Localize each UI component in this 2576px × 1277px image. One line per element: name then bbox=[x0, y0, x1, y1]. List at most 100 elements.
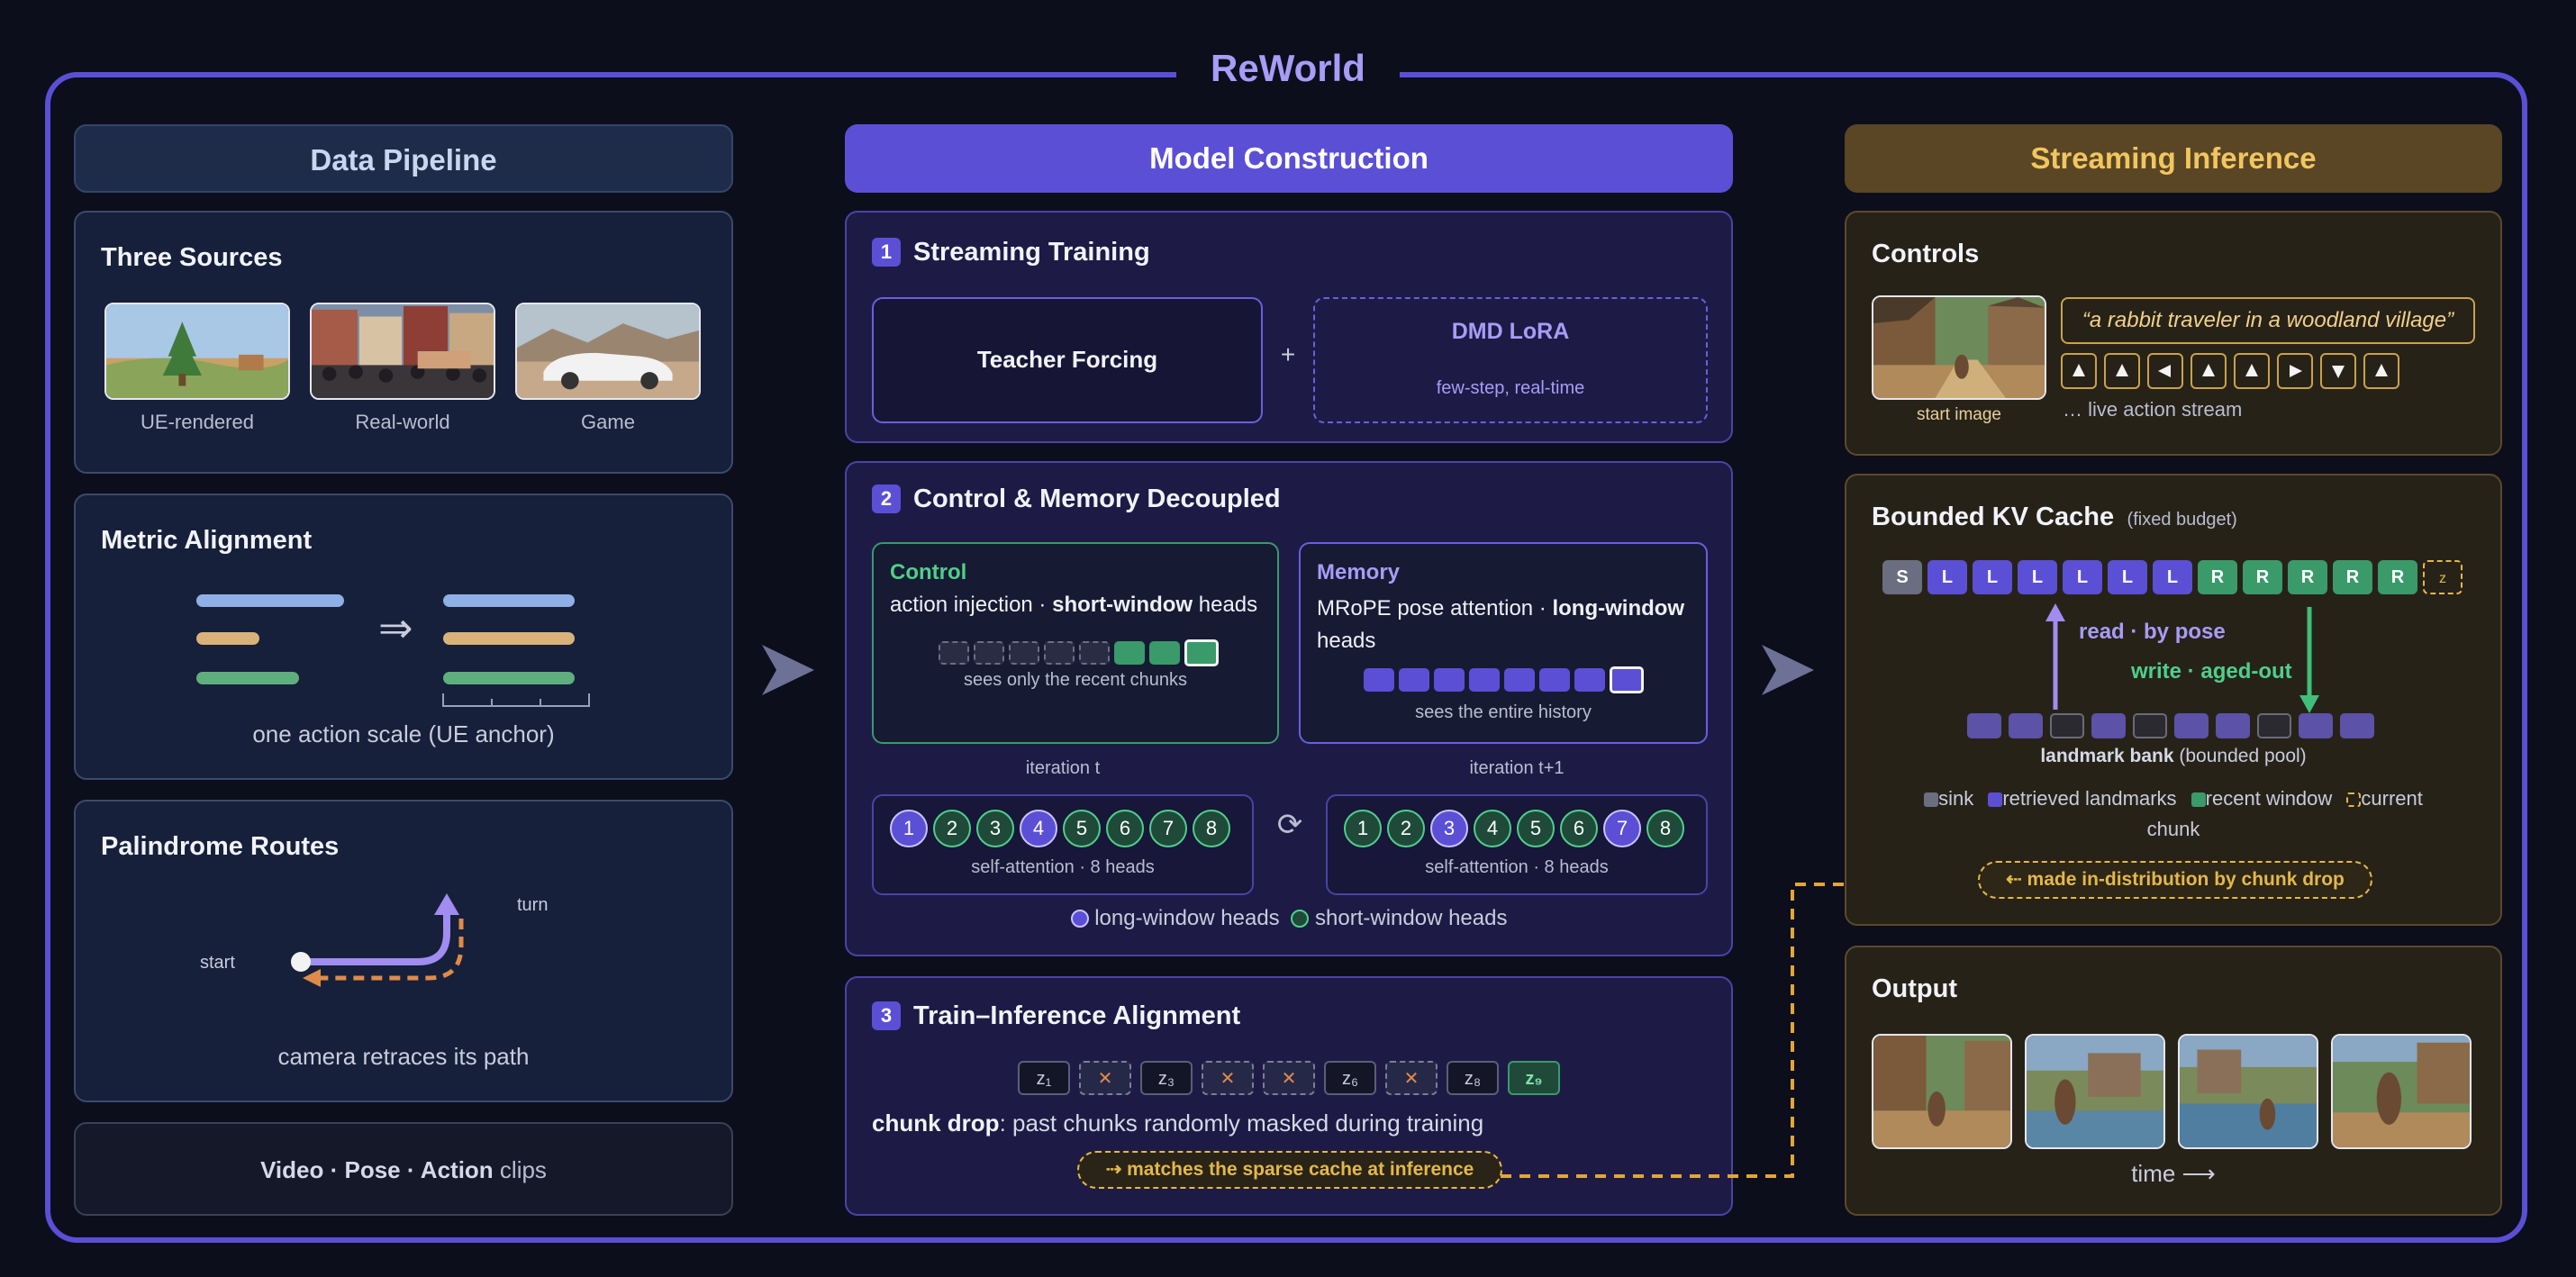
sparse-cache-callout: ⇢ matches the sparse cache at inference bbox=[1077, 1151, 1502, 1189]
scale-bar-before bbox=[196, 672, 299, 684]
start-image-label: start image bbox=[1917, 405, 2001, 424]
route-path-icon bbox=[291, 893, 464, 987]
time-axis-label: time ⟶ bbox=[2131, 1160, 2216, 1187]
dropped-chunk: ✕ bbox=[1202, 1061, 1254, 1095]
short-window-head: 1 bbox=[1344, 810, 1382, 847]
read-label: read · by pose bbox=[2079, 620, 2226, 644]
output-frame bbox=[2025, 1034, 2165, 1149]
read-arrow-icon bbox=[2045, 603, 2065, 710]
heads-row: 12345678 bbox=[890, 809, 1241, 848]
output-frame bbox=[2331, 1034, 2472, 1149]
control-desc-c: heads bbox=[1193, 593, 1258, 617]
recent-chunk bbox=[1149, 641, 1180, 665]
short-window-head: 4 bbox=[1474, 810, 1511, 847]
landmark-slot-filled bbox=[2009, 713, 2043, 738]
long-window-head: 3 bbox=[1430, 810, 1468, 847]
streaming-training-card: 1 Streaming Training Teacher Forcing + DM… bbox=[845, 211, 1733, 443]
three-sources-card: Three Sources UE-rendered Real-world Gam… bbox=[74, 211, 733, 474]
recent-token: R bbox=[2198, 560, 2237, 594]
align-arrow-icon: ⇒ bbox=[378, 604, 413, 651]
clips-sep: · bbox=[323, 1156, 345, 1183]
real-world-image bbox=[310, 303, 495, 400]
landmark-token: L bbox=[2153, 560, 2192, 594]
card-title: Palindrome Routes bbox=[101, 832, 340, 861]
card-title-text: Bounded KV Cache bbox=[1872, 503, 2115, 531]
long-window-legend-label: long-window heads bbox=[1094, 906, 1280, 930]
arrow-glyph bbox=[2202, 364, 2215, 376]
card-title: Bounded KV Cache (fixed budget) bbox=[1872, 503, 2237, 532]
ruler-icon bbox=[442, 693, 590, 707]
dropped-chunk: ✕ bbox=[1079, 1061, 1131, 1095]
landmark-slot-empty bbox=[2257, 713, 2291, 738]
short-window-head: 2 bbox=[933, 810, 971, 847]
memory-caption: sees the entire history bbox=[1415, 702, 1592, 722]
masked-chunk bbox=[939, 641, 969, 665]
history-chunk bbox=[1504, 668, 1535, 692]
current-legend-label: current bbox=[2361, 787, 2423, 810]
start-label: start bbox=[200, 953, 235, 973]
short-window-head: 5 bbox=[1063, 810, 1101, 847]
landmark-bank-term: landmark bank bbox=[2040, 746, 2174, 766]
landmark-legend-swatch bbox=[1988, 792, 2003, 807]
kept-chunk-token: z₃ bbox=[1140, 1061, 1193, 1095]
long-window-head: 1 bbox=[890, 810, 928, 847]
clips-sep: · bbox=[400, 1156, 421, 1183]
control-label: Control bbox=[890, 560, 967, 584]
arrow-glyph bbox=[2375, 364, 2388, 376]
bounded-kv-cache-card: Bounded KV Cache (fixed budget) SLLLLLLR… bbox=[1845, 474, 2502, 926]
landmark-token: L bbox=[1927, 560, 1967, 594]
landmark-slot-filled bbox=[2299, 713, 2333, 738]
kept-chunk-token: z₈ bbox=[1447, 1061, 1499, 1095]
history-chunk bbox=[1434, 668, 1465, 692]
control-window bbox=[939, 639, 1227, 668]
card-subtitle: (fixed budget) bbox=[2127, 510, 2237, 530]
dmd-lora-title: DMD LoRA bbox=[1451, 319, 1570, 344]
teacher-forcing-label: Teacher Forcing bbox=[976, 346, 1158, 373]
arrow-glyph bbox=[2158, 365, 2171, 377]
prompt-box: “a rabbit traveler in a woodland village… bbox=[2061, 297, 2475, 344]
clips-video: Video bbox=[260, 1156, 324, 1183]
cycle-icon: ⟳ bbox=[1276, 808, 1303, 842]
palindrome-caption: camera retraces its path bbox=[277, 1043, 530, 1070]
iteration-t1-label: iteration t+1 bbox=[1469, 758, 1565, 778]
action-up-icon bbox=[2234, 353, 2270, 389]
palindrome-routes-card: Palindrome Routes start turn camera retr… bbox=[74, 800, 733, 1102]
masked-chunk bbox=[1009, 641, 1039, 665]
source-label: Game bbox=[581, 411, 635, 433]
output-card: Output time ⟶ bbox=[1845, 946, 2502, 1216]
current-chunk bbox=[1610, 666, 1644, 693]
card-title: 1 Streaming Training bbox=[872, 238, 1150, 267]
ue-rendered-image bbox=[104, 303, 290, 400]
masked-chunk bbox=[1044, 641, 1075, 665]
history-chunk bbox=[1364, 668, 1394, 692]
kv-legend: sink retrieved landmarks recent window c… bbox=[1846, 787, 2500, 811]
memory-desc-a: MRoPE pose attention · bbox=[1317, 596, 1553, 620]
card-title-text: Control & Memory Decoupled bbox=[913, 485, 1281, 513]
landmark-slot-empty bbox=[2050, 713, 2084, 738]
action-up-icon bbox=[2363, 353, 2399, 389]
chunk-token-row: z₁ ✕ z₃ ✕ ✕ z₆ ✕ z₈ z₉ bbox=[1018, 1061, 1560, 1097]
scale-bar-after bbox=[443, 672, 575, 684]
scale-bar-after bbox=[443, 632, 575, 645]
long-window-head: 4 bbox=[1020, 810, 1057, 847]
metric-caption: one action scale (UE anchor) bbox=[252, 720, 555, 747]
clips-card: Video · Pose · Action clips bbox=[74, 1122, 733, 1216]
start-image bbox=[1872, 295, 2046, 400]
flow-arrow-icon bbox=[762, 645, 814, 695]
current-legend-swatch bbox=[2346, 792, 2362, 807]
column-header-data-pipeline: Data Pipeline bbox=[74, 124, 733, 193]
short-window-head: 8 bbox=[1646, 810, 1684, 847]
column-header-streaming-inference: Streaming Inference bbox=[1845, 124, 2502, 193]
history-chunk bbox=[1399, 668, 1429, 692]
chunk-drop-text: : past chunks randomly masked during tra… bbox=[999, 1109, 1484, 1137]
masked-chunk bbox=[974, 641, 1004, 665]
kept-chunk-token: z₁ bbox=[1018, 1061, 1070, 1095]
recent-legend-label: recent window bbox=[2205, 787, 2333, 810]
dropped-chunk: ✕ bbox=[1385, 1061, 1438, 1095]
arrow-glyph bbox=[2245, 364, 2258, 376]
long-window-head: 7 bbox=[1603, 810, 1641, 847]
sink-token: S bbox=[1882, 560, 1922, 594]
short-window-head: 7 bbox=[1149, 810, 1187, 847]
short-window-head: 6 bbox=[1560, 810, 1598, 847]
plus-sign: + bbox=[1280, 340, 1296, 368]
